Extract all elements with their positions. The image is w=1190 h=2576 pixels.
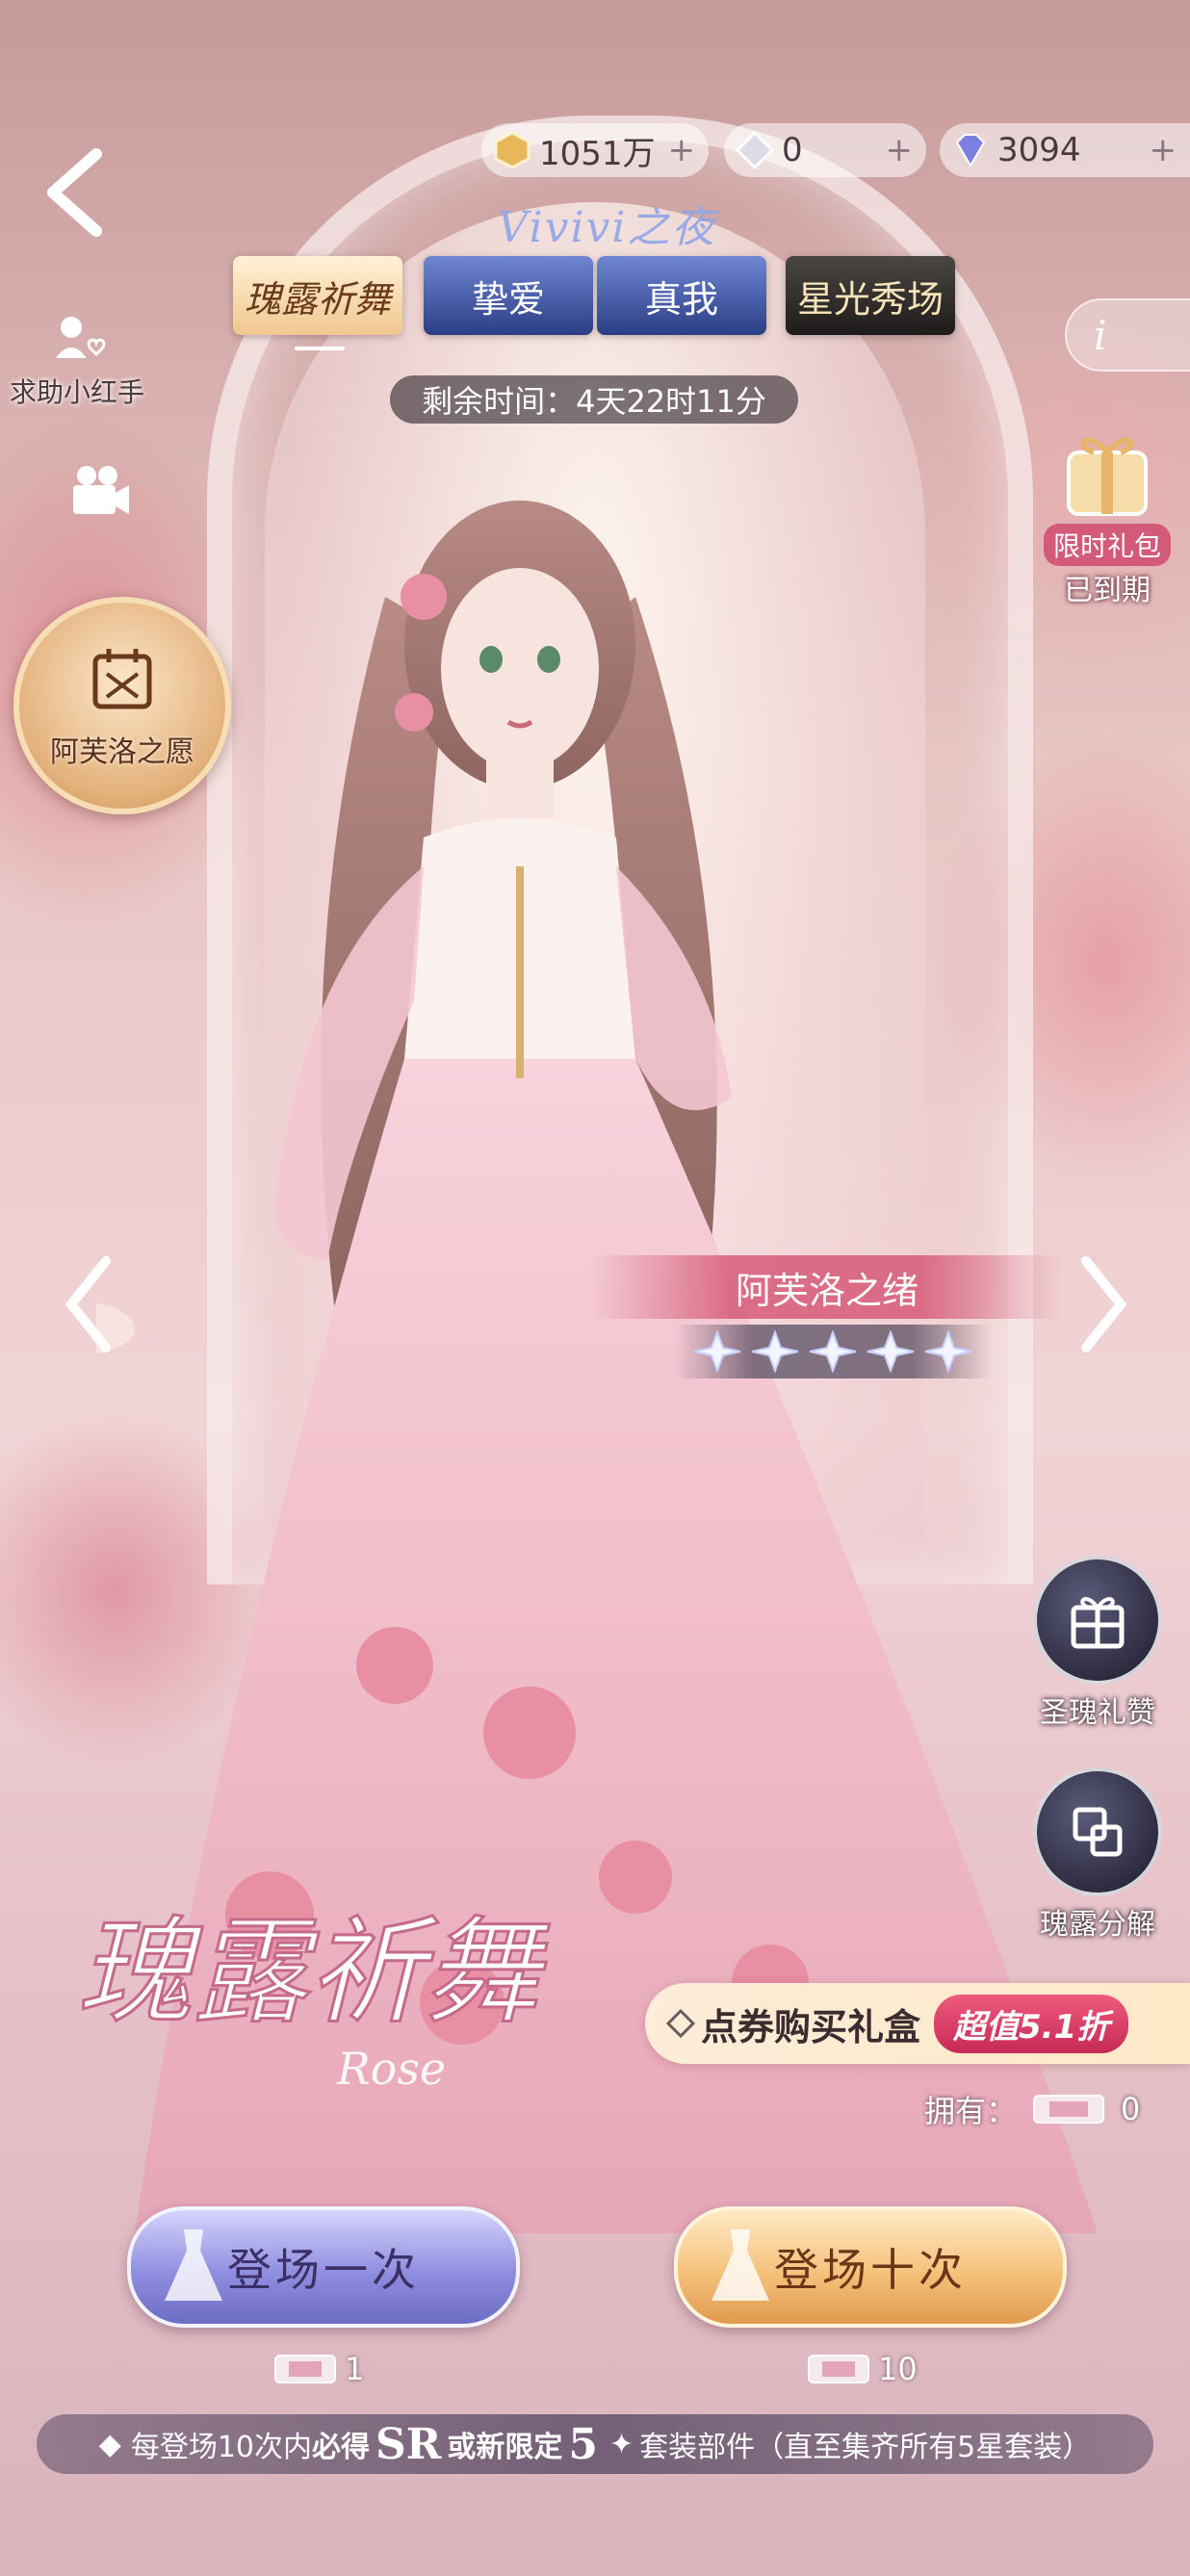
remaining-time: 剩余时间：4天22时11分: [390, 375, 798, 424]
diamond-icon: [955, 134, 986, 167]
info-icon: i: [1094, 311, 1107, 359]
draw-once-label: 登场一次: [227, 2244, 420, 2296]
draw-ten-button[interactable]: 登场十次: [674, 2206, 1067, 2328]
aphro-wish-button[interactable]: 阿芙洛之愿: [13, 597, 231, 814]
gift-label: 限时礼包: [1043, 524, 1171, 566]
gift-box-icon: [1067, 437, 1148, 516]
crystal-icon: [736, 131, 774, 169]
rose-tribute-label: 圣瑰礼赞: [1040, 1696, 1155, 1730]
owned-tickets: 拥有： 0: [924, 2085, 1140, 2133]
diamond-currency[interactable]: 3094 +: [940, 123, 1190, 177]
footer-sr: SR: [375, 2419, 442, 2469]
ticket-icon: [274, 2355, 336, 2383]
owned-label: 拥有：: [924, 2093, 1018, 2129]
dress-icon: [711, 2229, 769, 2301]
currency-bar: 1051万 + 0 + 3094 +: [481, 123, 1190, 177]
logo-text: 瑰露祈舞: [77, 1906, 550, 2040]
back-arrow-icon[interactable]: [39, 144, 106, 241]
draw-ten-cost: 10: [805, 2345, 918, 2393]
draw-once-button[interactable]: 登场一次: [127, 2206, 520, 2328]
footer-part1: 每登场10次内: [130, 2431, 313, 2464]
draw-once-cost: 1: [272, 2345, 364, 2393]
active-tab-indicator: [295, 347, 345, 350]
logo-subtext: Rose: [336, 2043, 446, 2095]
draw-ten-label: 登场十次: [774, 2244, 967, 2296]
draw-once-cost-value: 1: [345, 2351, 365, 2387]
next-outfit-arrow-icon[interactable]: [1074, 1251, 1132, 1357]
tab-starlight-show[interactable]: 星光秀场: [786, 256, 955, 335]
promo-text: 点券购买礼盒: [701, 2005, 921, 2048]
promo-discount-badge: 超值5.1折: [934, 1994, 1129, 2053]
gold-currency[interactable]: 1051万 +: [481, 123, 709, 177]
ticket-icon: [808, 2355, 869, 2383]
decompose-icon: [1033, 1767, 1162, 1896]
tab-rose-dance[interactable]: 瑰露祈舞: [233, 256, 402, 335]
calendar-star-icon: [92, 649, 152, 709]
crystal-currency[interactable]: 0 +: [724, 123, 926, 177]
crystal-amount: 0: [782, 131, 803, 169]
footer-part2: 必得: [312, 2431, 371, 2464]
add-diamond-icon[interactable]: +: [1150, 131, 1177, 169]
rose-decompose-button[interactable]: 瑰露分解: [1021, 1767, 1175, 1943]
gift-grid-icon: [1033, 1556, 1162, 1685]
footer-five: 5: [568, 2419, 598, 2469]
info-button[interactable]: i: [1065, 298, 1190, 372]
tab-true-self[interactable]: 真我: [597, 256, 766, 335]
guarantee-notice: ◆ 每登场10次内 必得 SR 或新限定 5 ✦ 套装部件（直至集齐所有5星套装…: [37, 2414, 1153, 2474]
prev-outfit-arrow-icon[interactable]: [60, 1251, 117, 1357]
limited-gift-pack-button[interactable]: 限时礼包 已到期: [1030, 424, 1184, 608]
add-crystal-icon[interactable]: +: [886, 131, 914, 169]
gift-expired-label: 已到期: [1064, 574, 1151, 607]
diamond-amount: 3094: [997, 131, 1081, 169]
ticket-icon: [1033, 2095, 1105, 2124]
gold-coin-icon: [494, 131, 530, 169]
footer-part6: 套装部件（直至集齐所有5星套装）: [639, 2431, 1092, 2464]
add-gold-icon[interactable]: +: [668, 131, 696, 169]
owned-count: 0: [1121, 2091, 1141, 2127]
sparkle-icon: ✦: [609, 2427, 634, 2461]
video-camera-icon[interactable]: [65, 462, 133, 520]
outfit-name: 阿芙洛之绪: [591, 1255, 1063, 1319]
diamond-bullet-icon: [666, 2009, 695, 2038]
decompose-label: 瑰露分解: [1040, 1908, 1155, 1942]
tab-beloved[interactable]: 挚爱: [424, 256, 593, 335]
help-button[interactable]: 求助小红手: [0, 310, 154, 410]
help-label: 求助小红手: [9, 376, 144, 408]
buy-gift-box-promo[interactable]: 点券购买礼盒 超值5.1折: [645, 1983, 1190, 2064]
diamond-bullet-icon: ◆: [98, 2427, 121, 2461]
gold-amount: 1051万: [539, 134, 656, 173]
footer-part4: 或新限定: [447, 2431, 563, 2464]
wish-label: 阿芙洛之愿: [50, 735, 194, 769]
five-star-icons: [693, 1330, 972, 1373]
event-logo: 瑰露祈舞 Rose: [76, 1905, 552, 2096]
banner-title: Vivivi之夜: [497, 203, 716, 252]
outfit-star-rating: [674, 1325, 992, 1378]
draw-ten-cost-value: 10: [878, 2351, 918, 2387]
helper-heart-icon: [56, 317, 106, 358]
rose-tribute-button[interactable]: 圣瑰礼赞: [1021, 1556, 1175, 1731]
dress-icon: [165, 2229, 222, 2301]
